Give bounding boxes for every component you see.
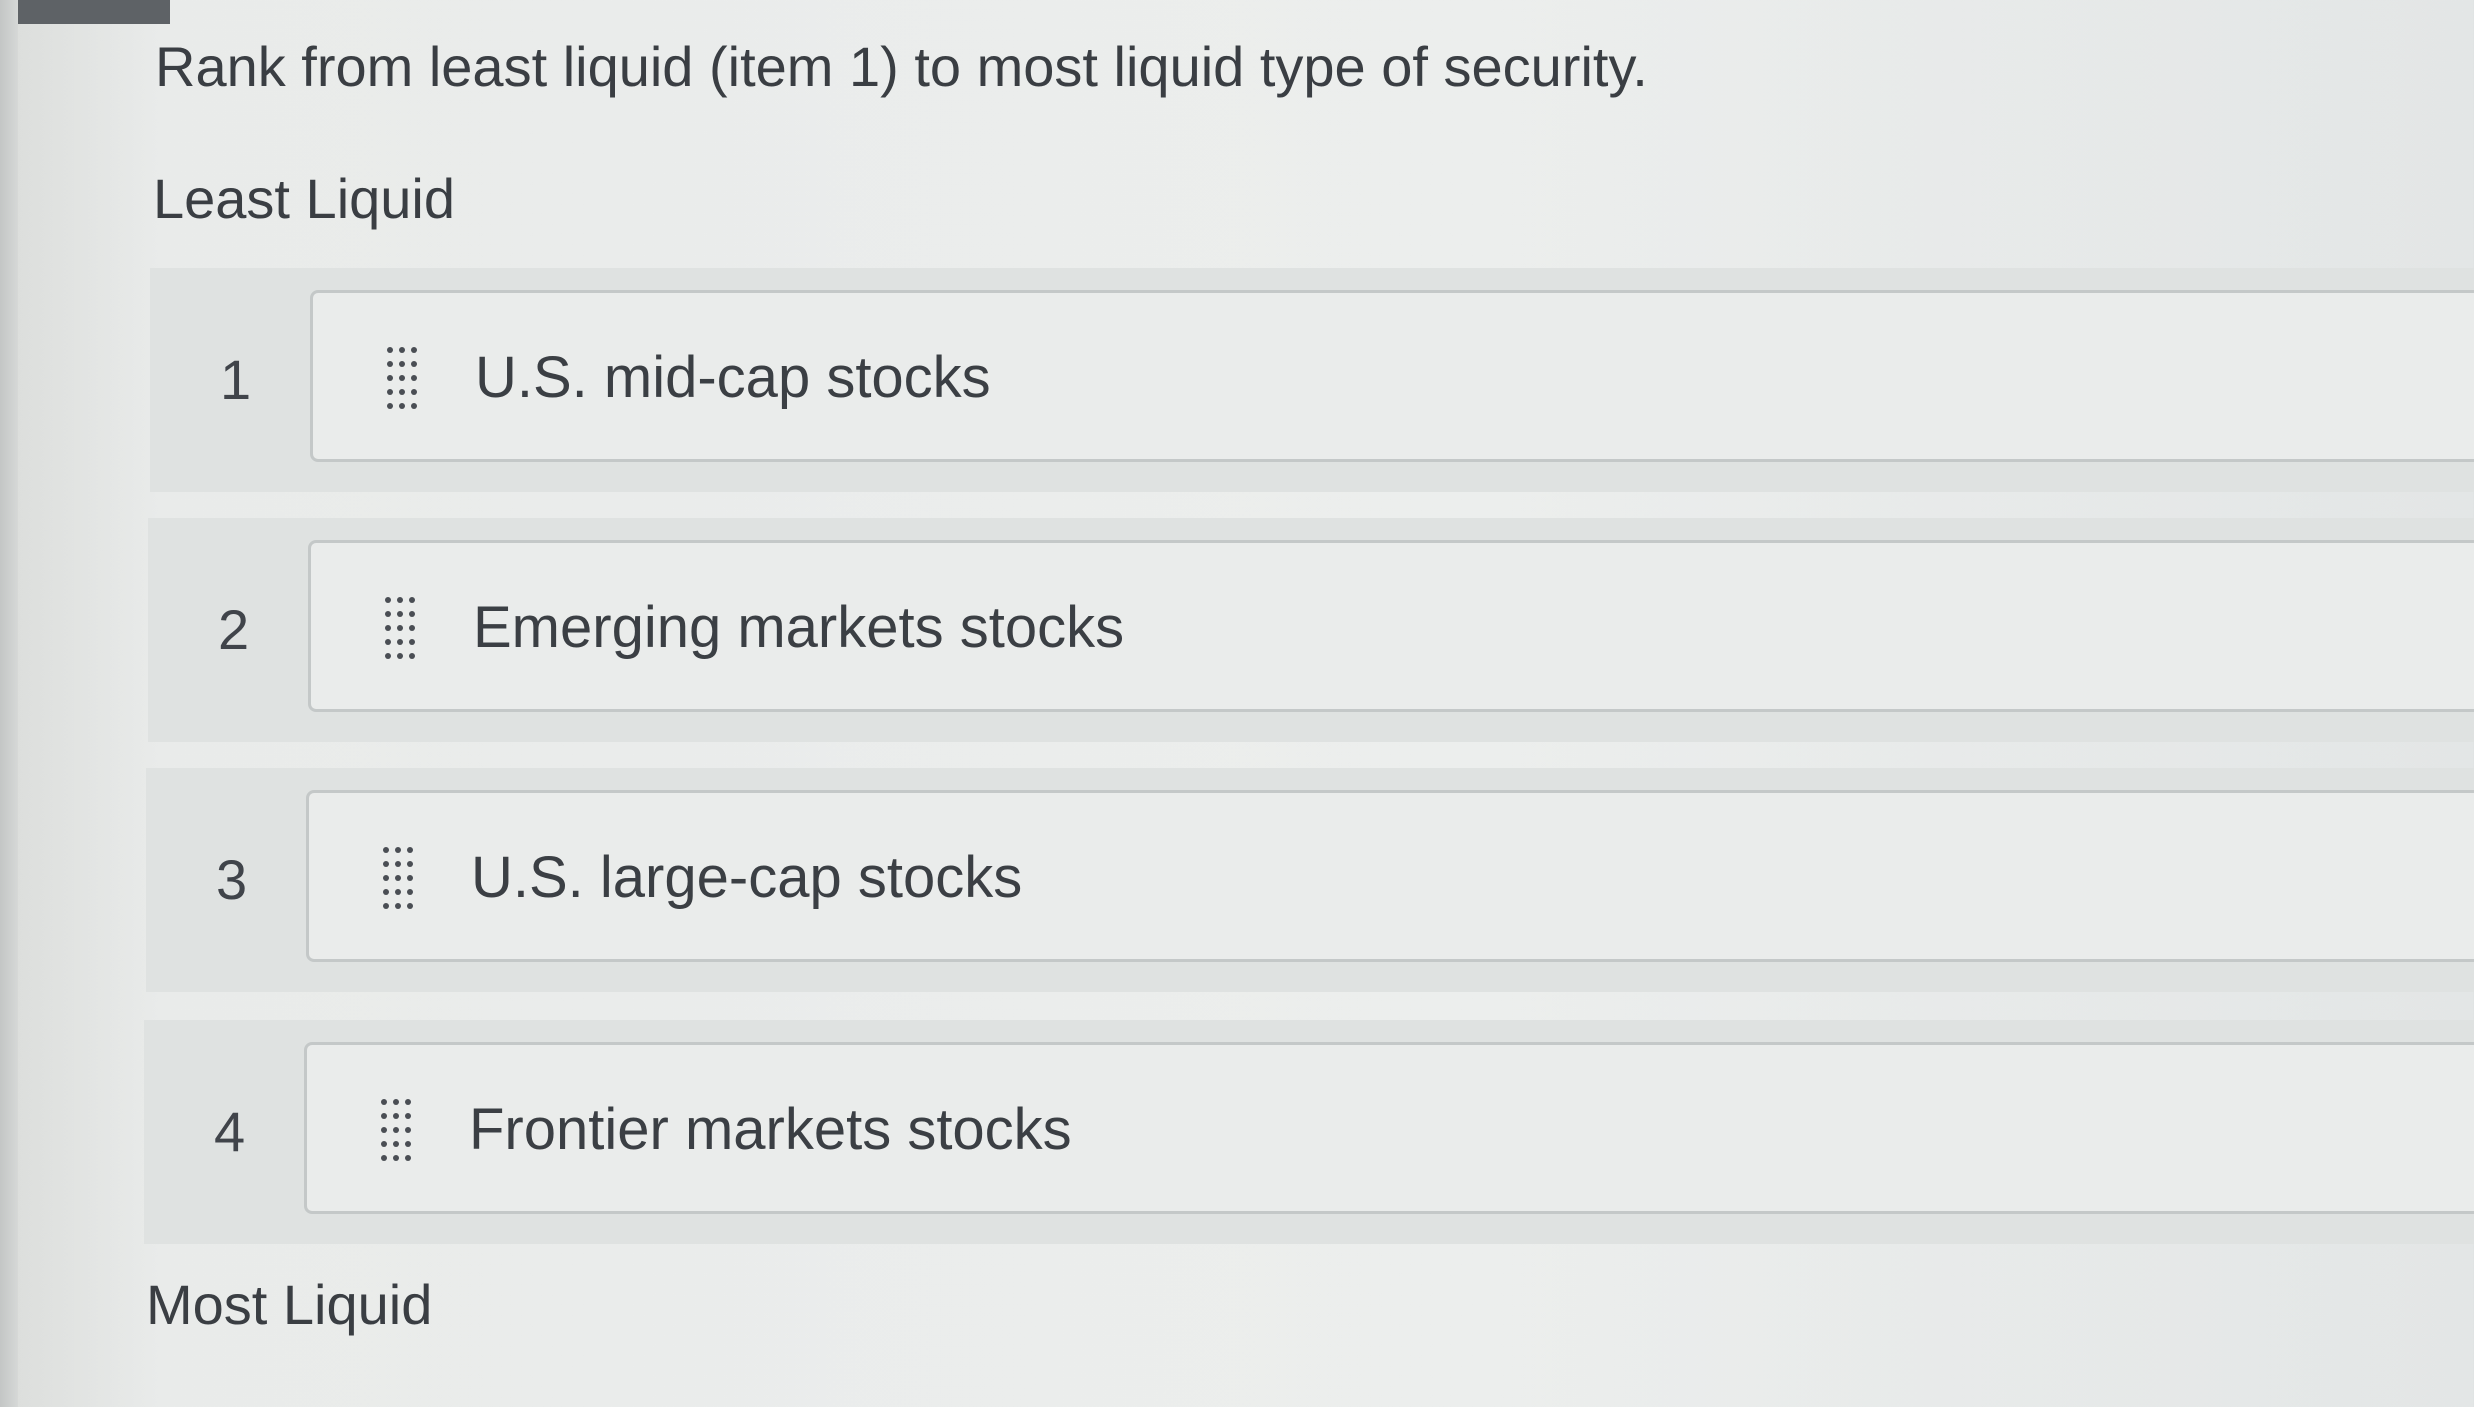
item-label: U.S. large-cap stocks	[471, 845, 1023, 910]
drag-handle-icon[interactable]	[381, 1099, 411, 1163]
ranking-list: 1 U.S. mid-cap stocks 2 Emerging markets…	[0, 0, 2474, 1407]
drag-handle-icon[interactable]	[383, 847, 413, 911]
item-label: U.S. mid-cap stocks	[475, 345, 991, 410]
rank-row-4: 4 Frontier markets stocks	[144, 1020, 2474, 1244]
draggable-item[interactable]: Frontier markets stocks	[304, 1042, 2474, 1214]
rank-row-1: 1 U.S. mid-cap stocks	[150, 268, 2474, 492]
item-label: Frontier markets stocks	[469, 1097, 1072, 1162]
draggable-item[interactable]: Emerging markets stocks	[308, 540, 2474, 712]
rank-number: 2	[218, 598, 250, 661]
draggable-item[interactable]: U.S. large-cap stocks	[306, 790, 2474, 962]
most-liquid-label: Most Liquid	[146, 1273, 433, 1336]
rank-number: 3	[216, 848, 248, 911]
rank-row-3: 3 U.S. large-cap stocks	[146, 768, 2474, 992]
drag-handle-icon[interactable]	[387, 347, 417, 411]
rank-number: 4	[214, 1100, 246, 1163]
rank-number: 1	[220, 348, 252, 411]
rank-row-2: 2 Emerging markets stocks	[148, 518, 2474, 742]
draggable-item[interactable]: U.S. mid-cap stocks	[310, 290, 2474, 462]
item-label: Emerging markets stocks	[473, 595, 1125, 660]
drag-handle-icon[interactable]	[385, 597, 415, 661]
